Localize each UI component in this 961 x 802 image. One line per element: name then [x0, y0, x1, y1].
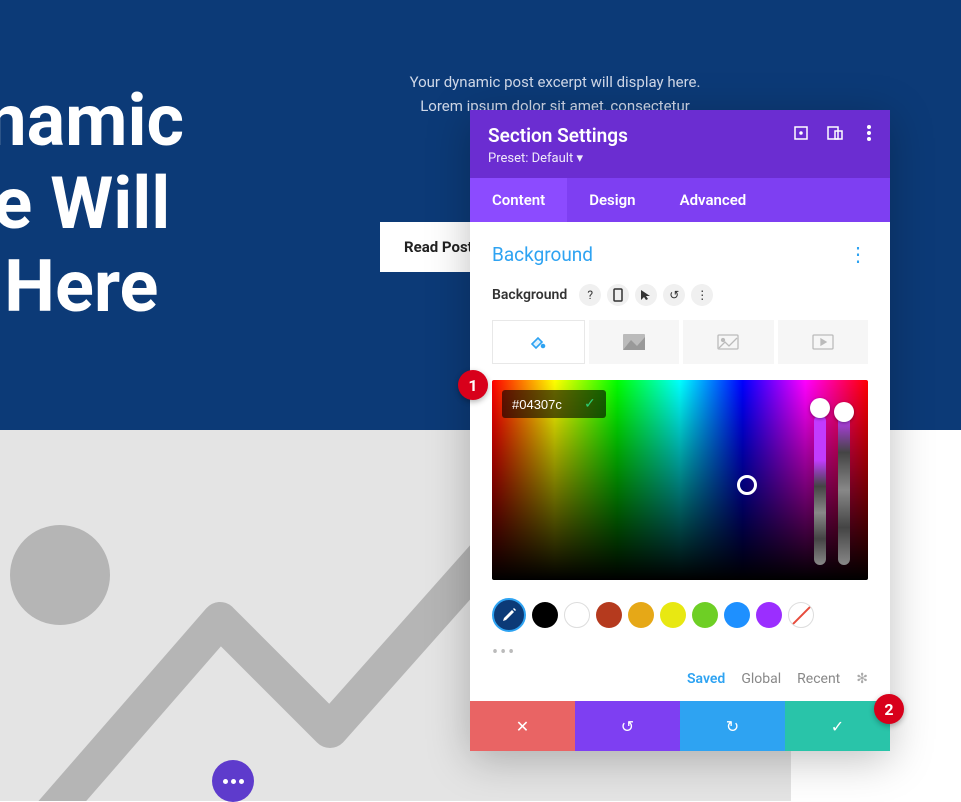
panel-footer: ✕ ↺ ↻ ✓ [470, 701, 890, 751]
annotation-2: 2 [874, 694, 904, 724]
palette-settings-icon[interactable]: ✻ [856, 671, 868, 687]
section-heading-label: Background [492, 243, 593, 266]
tab-content[interactable]: Content [470, 178, 567, 222]
panel-tabs: Content Design Advanced [470, 178, 890, 222]
swatch-5[interactable] [692, 602, 718, 628]
swatch-3[interactable] [628, 602, 654, 628]
section-heading[interactable]: Background ⋮ [492, 242, 868, 266]
swatch-0[interactable] [532, 602, 558, 628]
cancel-button[interactable]: ✕ [470, 701, 575, 751]
phone-icon[interactable] [607, 284, 629, 306]
responsive-icon[interactable] [826, 124, 844, 142]
swatch-1[interactable] [564, 602, 590, 628]
hue-slider-knob[interactable] [810, 398, 830, 418]
palette-recent-link[interactable]: Recent [797, 671, 840, 687]
panel-body: Background ⋮ Background ? ↺ ⋮ ✓ [470, 222, 890, 701]
hero-title-line: ynamic [0, 80, 184, 163]
background-type-tabs [492, 320, 868, 364]
swatch-7[interactable] [756, 602, 782, 628]
hex-input[interactable] [512, 397, 574, 412]
floating-action-button[interactable] [212, 760, 254, 802]
palette-global-link[interactable]: Global [741, 671, 781, 687]
hex-confirm-icon[interactable]: ✓ [584, 396, 596, 412]
bg-tab-video[interactable] [778, 320, 869, 364]
hero-title-line: tle Will [0, 163, 184, 246]
more-swatches-icon[interactable]: ••• [492, 642, 868, 663]
undo-button[interactable]: ↺ [575, 701, 680, 751]
help-icon[interactable]: ? [579, 284, 601, 306]
swatch-2[interactable] [596, 602, 622, 628]
swatch-6[interactable] [724, 602, 750, 628]
section-menu-icon[interactable]: ⋮ [848, 242, 868, 266]
hero-title-line: y Here [0, 246, 184, 329]
bg-tab-image[interactable] [683, 320, 774, 364]
alpha-slider[interactable] [838, 415, 850, 565]
color-picker[interactable]: ✓ [492, 380, 868, 580]
background-option-row: Background ? ↺ ⋮ [492, 284, 868, 306]
background-option-label: Background [492, 287, 567, 303]
preset-dropdown[interactable]: Preset: Default ▾ [488, 151, 872, 166]
hero-title: ynamic tle Will y Here [0, 80, 184, 328]
alpha-slider-knob[interactable] [834, 402, 854, 422]
chevron-down-icon: ▾ [576, 151, 583, 166]
palette-link-row: Saved Global Recent ✻ [492, 671, 868, 687]
eyedropper-button[interactable] [492, 598, 526, 632]
annotation-1: 1 [458, 370, 488, 400]
settings-panel: Section Settings Preset: Default ▾ Conte… [470, 110, 890, 751]
swatch-none[interactable] [788, 602, 814, 628]
bg-tab-gradient[interactable] [589, 320, 680, 364]
tab-advanced[interactable]: Advanced [658, 178, 769, 222]
swatch-4[interactable] [660, 602, 686, 628]
palette-saved-link[interactable]: Saved [687, 671, 725, 687]
hue-slider[interactable] [814, 415, 826, 565]
color-swatches [492, 598, 868, 632]
excerpt-line: Your dynamic post excerpt will display h… [380, 70, 730, 94]
option-more-icon[interactable]: ⋮ [691, 284, 713, 306]
tab-design[interactable]: Design [567, 178, 657, 222]
reset-icon[interactable]: ↺ [663, 284, 685, 306]
redo-button[interactable]: ↻ [680, 701, 785, 751]
more-icon[interactable] [860, 124, 878, 142]
panel-header[interactable]: Section Settings Preset: Default ▾ [470, 110, 890, 178]
bg-tab-color[interactable] [492, 320, 585, 364]
hover-icon[interactable] [635, 284, 657, 306]
color-cursor[interactable] [737, 475, 757, 495]
hex-input-chip: ✓ [502, 390, 606, 418]
expand-icon[interactable] [792, 124, 810, 142]
